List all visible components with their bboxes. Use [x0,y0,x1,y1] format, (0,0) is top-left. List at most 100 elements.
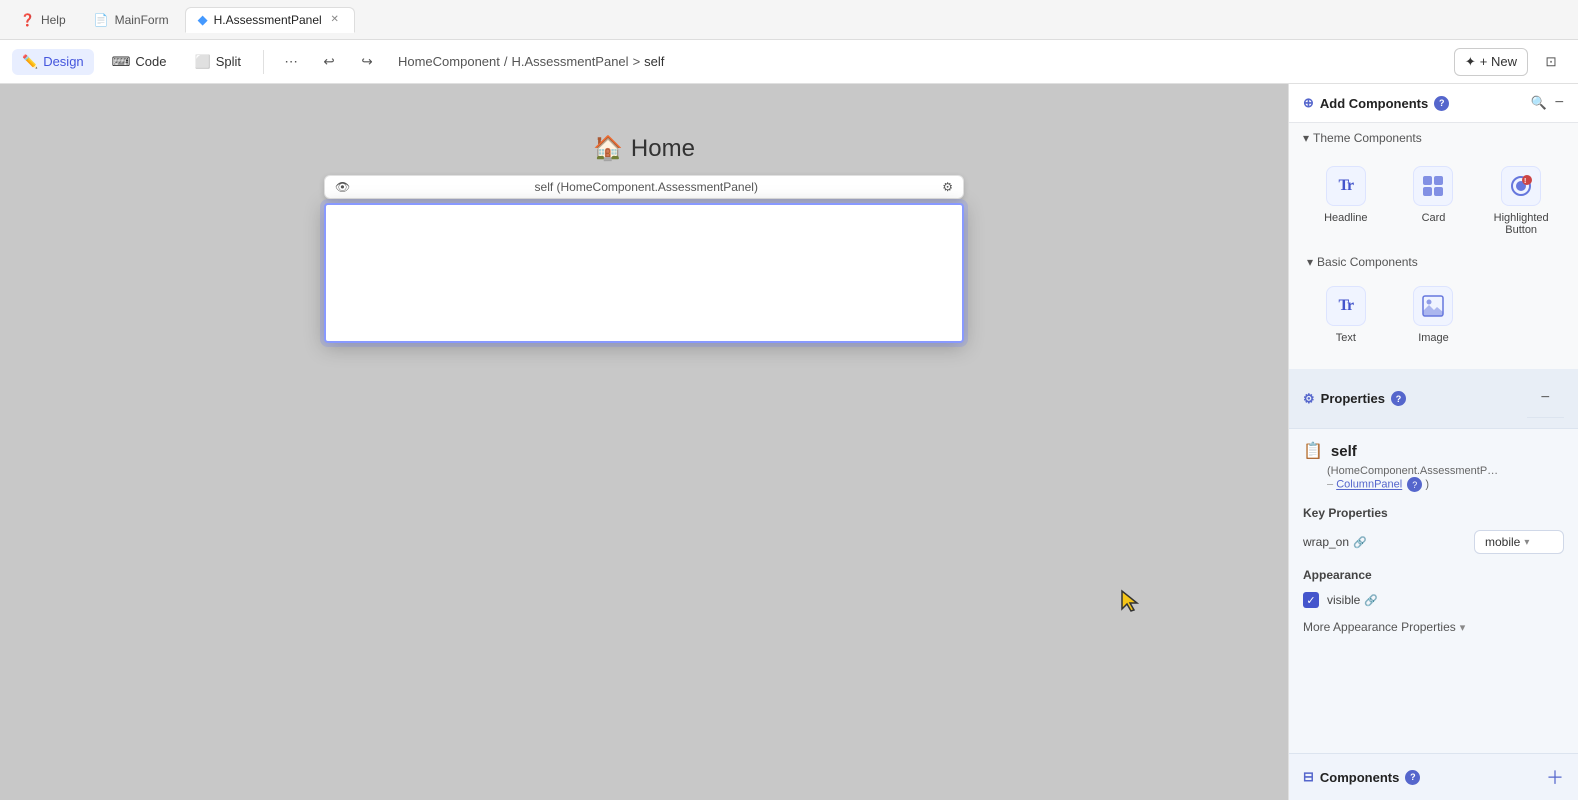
basic-section-toggle[interactable]: ▾ Basic Components [1303,255,1564,269]
add-components-header: ⊕ Add Components ? 🔍 − [1289,84,1578,123]
breadcrumb-assessmentpanel[interactable]: H.AssessmentPanel [512,54,629,69]
text-icon: Tr [1326,286,1366,326]
basic-components-grid: Tr Text Image [1303,275,1564,355]
toolbar: ✏️ Design ⌨ Code ⬜ Split ⋯ ↩ ↪ HomeCompo… [0,40,1578,84]
key-properties-label: Key Properties [1303,506,1564,520]
settings-icon[interactable]: ⚙ [942,180,953,194]
column-panel-link[interactable]: ColumnPanel [1336,479,1402,491]
components-icon: ⊟ [1303,769,1314,785]
tab-mainform[interactable]: 📄 MainForm [82,9,181,31]
canvas[interactable]: 🏠 Home 👁 self (HomeComponent.AssessmentP… [0,84,1288,800]
theme-section-toggle[interactable]: ▾ Theme Components [1303,131,1564,145]
visible-link-icon[interactable]: 🔗 [1364,594,1378,607]
appearance-label: Appearance [1303,568,1564,582]
home-label: 🏠 Home [324,134,964,163]
collapse-add-icon[interactable]: − [1555,94,1564,112]
chevron-down-theme-icon: ▾ [1303,131,1309,145]
visible-checkbox[interactable]: ✓ [1303,592,1319,608]
component-highlighted-button[interactable]: ! Highlighted Button [1482,155,1560,247]
more-options-button[interactable]: ⋯ [276,47,306,77]
undo-button[interactable]: ↩ [314,47,344,77]
components-bar-title: ⊟ Components ? [1303,769,1420,785]
panel-box[interactable] [324,203,964,343]
tab-assessmentpanel[interactable]: ◆ H.AssessmentPanel ✕ [185,7,355,33]
component-card[interactable]: Card [1395,155,1473,247]
filter-icon: ⚙ [1303,391,1315,407]
component-label-text: self (HomeComponent.AssessmentPanel) [535,180,758,194]
image-icon [1413,286,1453,326]
component-headline[interactable]: Tr Headline [1307,155,1385,247]
add-components-actions: 🔍 − [1530,94,1564,112]
component-type: (HomeComponent.AssessmentP… – ColumnPane… [1303,465,1564,492]
toggle-panel-button[interactable]: ⊡ [1536,47,1566,77]
components-info-icon[interactable]: ? [1405,770,1420,785]
canvas-content: 🏠 Home 👁 self (HomeComponent.AssessmentP… [324,134,964,343]
properties-title: ⚙ Properties ? [1303,391,1406,407]
more-appearance-button[interactable]: More Appearance Properties ▾ [1303,620,1564,634]
theme-components-grid: Tr Headline Card [1303,155,1564,247]
wrap-on-select[interactable]: mobile ▾ [1474,530,1564,554]
mainform-icon: 📄 [94,13,109,27]
add-components-title: ⊕ Add Components ? [1303,95,1449,111]
design-button[interactable]: ✏️ Design [12,49,94,75]
close-tab-icon[interactable]: ✕ [328,13,342,27]
design-icon: ✏️ [22,54,38,70]
column-panel-info-icon[interactable]: ? [1407,477,1422,492]
breadcrumb: HomeComponent / H.AssessmentPanel > self [398,54,664,69]
component-wrapper: 👁 self (HomeComponent.AssessmentPanel) ⚙ [324,175,964,343]
visible-row: ✓ visible 🔗 [1303,592,1564,608]
house-icon: 🏠 [593,134,623,163]
wrap-on-label: wrap_on 🔗 [1303,535,1367,549]
tab-help[interactable]: ❓ Help [8,9,78,31]
collapse-properties-icon[interactable]: − [1527,379,1564,418]
components-bar: ⊟ Components ? ＋ [1289,753,1578,800]
card-icon [1413,166,1453,206]
code-icon: ⌨ [112,54,131,70]
component-image[interactable]: Image [1395,275,1473,355]
headline-icon: Tr [1326,166,1366,206]
wrap-on-chevron-icon: ▾ [1524,537,1529,548]
redo-button[interactable]: ↪ [352,47,382,77]
wrap-on-row: wrap_on 🔗 mobile ▾ [1303,530,1564,554]
document-icon: 📋 [1303,441,1323,461]
properties-panel: ⚙ Properties ? − 📋 self (HomeComponent.A… [1289,369,1578,753]
topbar: ❓ Help 📄 MainForm ◆ H.AssessmentPanel ✕ [0,0,1578,40]
properties-header: ⚙ Properties ? − [1289,369,1578,429]
visible-label: visible 🔗 [1327,593,1378,607]
new-icon: ✦ [1465,54,1476,70]
search-icon[interactable]: 🔍 [1530,95,1546,111]
cursor [1120,589,1140,616]
right-panel: ⊕ Add Components ? 🔍 − ▾ Theme Component… [1288,84,1578,800]
eye-icon[interactable]: 👁 [335,180,350,194]
code-button[interactable]: ⌨ Code [102,49,177,75]
more-appearance-chevron-icon: ▾ [1460,621,1466,634]
split-icon: ⬜ [195,54,211,70]
assessmentpanel-icon: ◆ [198,12,208,28]
component-text[interactable]: Tr Text [1307,275,1385,355]
toolbar-right: ✦ + New ⊡ [1454,47,1566,77]
self-label: 📋 self [1303,441,1564,461]
breadcrumb-self: self [644,54,664,69]
highlighted-button-icon: ! [1501,166,1541,206]
tab-assessmentpanel-label: H.AssessmentPanel [214,13,322,27]
chevron-down-basic-icon: ▾ [1307,255,1313,269]
breadcrumb-sep2: > [633,54,641,69]
svg-text:!: ! [1524,178,1526,185]
tab-mainform-label: MainForm [115,13,169,27]
puzzle-icon: ⊕ [1303,95,1314,111]
main: 🏠 Home 👁 self (HomeComponent.AssessmentP… [0,84,1578,800]
breadcrumb-sep1: / [504,54,508,69]
toolbar-divider [263,50,264,74]
wrap-on-link-icon[interactable]: 🔗 [1353,536,1367,549]
add-component-button[interactable]: ＋ [1546,764,1564,790]
tab-help-label: Help [41,13,66,27]
breadcrumb-homecomponent[interactable]: HomeComponent [398,54,500,69]
help-icon: ❓ [20,13,35,27]
new-button[interactable]: ✦ + New [1454,48,1528,76]
theme-components-section: ▾ Theme Components Tr Headline [1289,123,1578,369]
add-components-info-icon[interactable]: ? [1434,96,1449,111]
check-icon: ✓ [1306,594,1315,607]
component-label-bar: 👁 self (HomeComponent.AssessmentPanel) ⚙ [324,175,964,199]
properties-info-icon[interactable]: ? [1391,391,1406,406]
split-button[interactable]: ⬜ Split [185,49,251,75]
